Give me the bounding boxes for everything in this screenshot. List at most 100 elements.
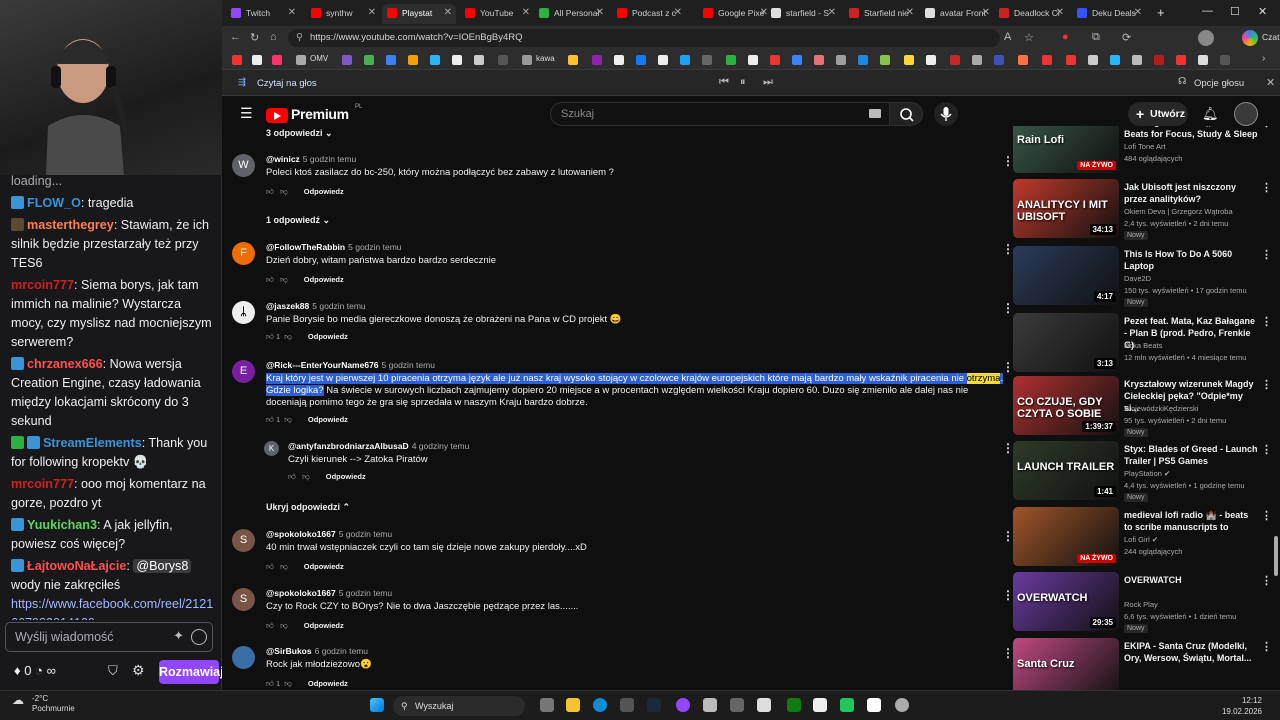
comment-author[interactable]: @antyfanzbrodniarzaAlbusaD	[288, 441, 409, 451]
video-thumbnail[interactable]: Santa Cruz	[1013, 638, 1119, 690]
bookmark-icon[interactable]	[770, 55, 780, 65]
replies-toggle[interactable]: 1 odpowiedź ⌄	[266, 215, 330, 226]
tab-close-icon[interactable]: ✕	[1056, 4, 1064, 22]
bookmark-icon[interactable]	[568, 55, 578, 65]
video-thumbnail[interactable]: Rain Lofi NA ŻYWO	[1013, 126, 1119, 173]
scrollbar-thumb[interactable]	[1274, 536, 1278, 576]
related-video[interactable]: 3:13 Pezet feat. Mata, Kaz Bałagane - Pla…	[1013, 313, 1272, 375]
more-options-icon[interactable]: ⋮	[1261, 378, 1272, 391]
app-icon[interactable]	[895, 698, 909, 712]
like-icon[interactable]: 👍︎	[266, 679, 274, 688]
bookmark-icon[interactable]	[1198, 55, 1208, 65]
browser-tab[interactable]: Starfield nie ✕	[844, 4, 918, 24]
sparkle-icon[interactable]: ✦	[173, 628, 184, 644]
bookmark-icon[interactable]	[726, 55, 736, 65]
bookmark-icon[interactable]	[858, 55, 868, 65]
reply-button[interactable]: Odpowiedz	[326, 472, 366, 481]
more-options-icon[interactable]: ⋮	[1261, 181, 1272, 194]
maps-icon[interactable]	[703, 698, 717, 712]
comment-author[interactable]: @jaszek88	[266, 301, 309, 311]
chat-username[interactable]: masterthegrey	[27, 218, 114, 232]
edge-icon[interactable]	[593, 698, 607, 712]
video-title[interactable]: Jak Ubisoft jest niszczony przez anality…	[1124, 181, 1259, 205]
bookmark-icon[interactable]	[904, 55, 914, 65]
bookmark-icon[interactable]	[452, 55, 462, 65]
video-thumbnail[interactable]: 4:17	[1013, 246, 1119, 305]
like-icon[interactable]: 👍︎	[266, 275, 274, 284]
avatar[interactable]: S	[232, 529, 255, 552]
previous-icon[interactable]: ⏮	[719, 76, 729, 89]
bookmark-icon[interactable]	[364, 55, 374, 65]
bookmark-icon[interactable]	[430, 55, 440, 65]
chat-username[interactable]: chrzanex666	[27, 357, 103, 371]
tab-close-icon[interactable]: ✕	[674, 4, 682, 22]
bookmark-icon[interactable]	[1176, 55, 1186, 65]
more-options-icon[interactable]: ⋮	[1261, 574, 1272, 587]
bookmark-icon[interactable]	[1018, 55, 1028, 65]
like-icon[interactable]: 👍︎	[266, 621, 274, 630]
close-read-aloud-icon[interactable]: ✕	[1266, 76, 1275, 89]
keyboard-icon[interactable]	[869, 109, 881, 118]
bookmark-icon[interactable]	[252, 55, 262, 65]
tab-close-icon[interactable]: ✕	[1134, 4, 1142, 22]
browser-tab[interactable]: Google Pixe ✕	[698, 4, 772, 24]
comment-time[interactable]: 5 godzin temu	[303, 154, 356, 164]
voice-options-button[interactable]: Opcje głosu	[1194, 78, 1244, 89]
app-icon[interactable]	[620, 698, 634, 712]
file-explorer-icon[interactable]	[566, 698, 580, 712]
browser-tab[interactable]: starfield - S ✕	[766, 4, 840, 24]
new-tab-button[interactable]: +	[1157, 5, 1165, 20]
bookmark-icon[interactable]	[386, 55, 396, 65]
bookmark-icon[interactable]	[614, 55, 624, 65]
chat-username[interactable]: StreamElements	[43, 436, 142, 450]
video-title[interactable]: This Is How To Do A 5060 Laptop	[1124, 248, 1259, 272]
avatar[interactable]: K	[264, 441, 279, 456]
minimize-icon[interactable]: —	[1202, 5, 1213, 17]
bookmark-icon[interactable]	[836, 55, 846, 65]
tab-close-icon[interactable]: ✕	[368, 4, 376, 22]
bookmark-icon[interactable]	[972, 55, 982, 65]
bookmark-icon[interactable]	[636, 55, 646, 65]
app-icon[interactable]	[813, 698, 827, 712]
gear-icon[interactable]: ⚙	[132, 662, 145, 679]
reply-button[interactable]: Odpowiedz	[308, 679, 348, 688]
bookmark-icon[interactable]	[522, 55, 532, 65]
related-video[interactable]: CO CZUJE, GDY CZYTA O SOBIE 1:39:37 Kryszt…	[1013, 376, 1272, 438]
app-icon[interactable]	[757, 698, 771, 712]
comment-time[interactable]: 5 godzin temu	[348, 242, 401, 252]
like-icon[interactable]: 👍︎	[266, 415, 274, 424]
chat-username[interactable]: mrcoin777	[11, 278, 74, 292]
video-title[interactable]: Calming Lofi Rain 🌧 Chill Beats for Focu…	[1124, 126, 1259, 140]
more-bookmarks-icon[interactable]: ›	[1262, 53, 1265, 64]
video-thumbnail[interactable]: 3:13	[1013, 313, 1119, 372]
replies-toggle[interactable]: 3 odpowiedzi ⌄	[266, 128, 333, 139]
video-title[interactable]: OVERWATCH	[1124, 574, 1259, 586]
home-icon[interactable]: ⌂	[270, 31, 277, 43]
create-button[interactable]: + Utwórz	[1128, 102, 1188, 126]
reply-button[interactable]: Odpowiedz	[304, 621, 344, 630]
voice-search-button[interactable]	[934, 102, 958, 126]
video-thumbnail[interactable]: OVERWATCH 29:35	[1013, 572, 1119, 631]
bookmark-icon[interactable]	[792, 55, 802, 65]
steam-icon[interactable]	[647, 698, 661, 712]
reply-button[interactable]: Odpowiedz	[308, 415, 348, 424]
avatar[interactable]: W	[232, 154, 255, 177]
search-button[interactable]	[889, 102, 923, 126]
read-mode-icon[interactable]: A	[1004, 31, 1011, 43]
browser-tab[interactable]: Deadlock Cl ✕	[994, 4, 1068, 24]
video-thumbnail[interactable]: CO CZUJE, GDY CZYTA O SOBIE 1:39:37	[1013, 376, 1119, 435]
reply-button[interactable]: Odpowiedz	[304, 562, 344, 571]
search-input[interactable]: Szukaj	[550, 102, 890, 126]
bookmark-icon[interactable]	[880, 55, 890, 65]
comment-time[interactable]: 5 godzin temu	[382, 360, 435, 370]
video-title[interactable]: Styx: Blades of Greed - Launch Trailer |…	[1124, 443, 1259, 467]
like-icon[interactable]: 👍︎	[266, 562, 274, 571]
bookmark-icon[interactable]	[1066, 55, 1076, 65]
menu-icon[interactable]: ☰	[240, 105, 253, 122]
bookmark-icon[interactable]	[296, 55, 306, 65]
app-icon[interactable]	[840, 698, 854, 712]
site-info-icon[interactable]: ⚲	[296, 29, 303, 47]
bookmark-icon[interactable]	[680, 55, 690, 65]
bookmark-icon[interactable]	[950, 55, 960, 65]
channel-name[interactable]: Lofi Tone Art	[1124, 141, 1264, 152]
